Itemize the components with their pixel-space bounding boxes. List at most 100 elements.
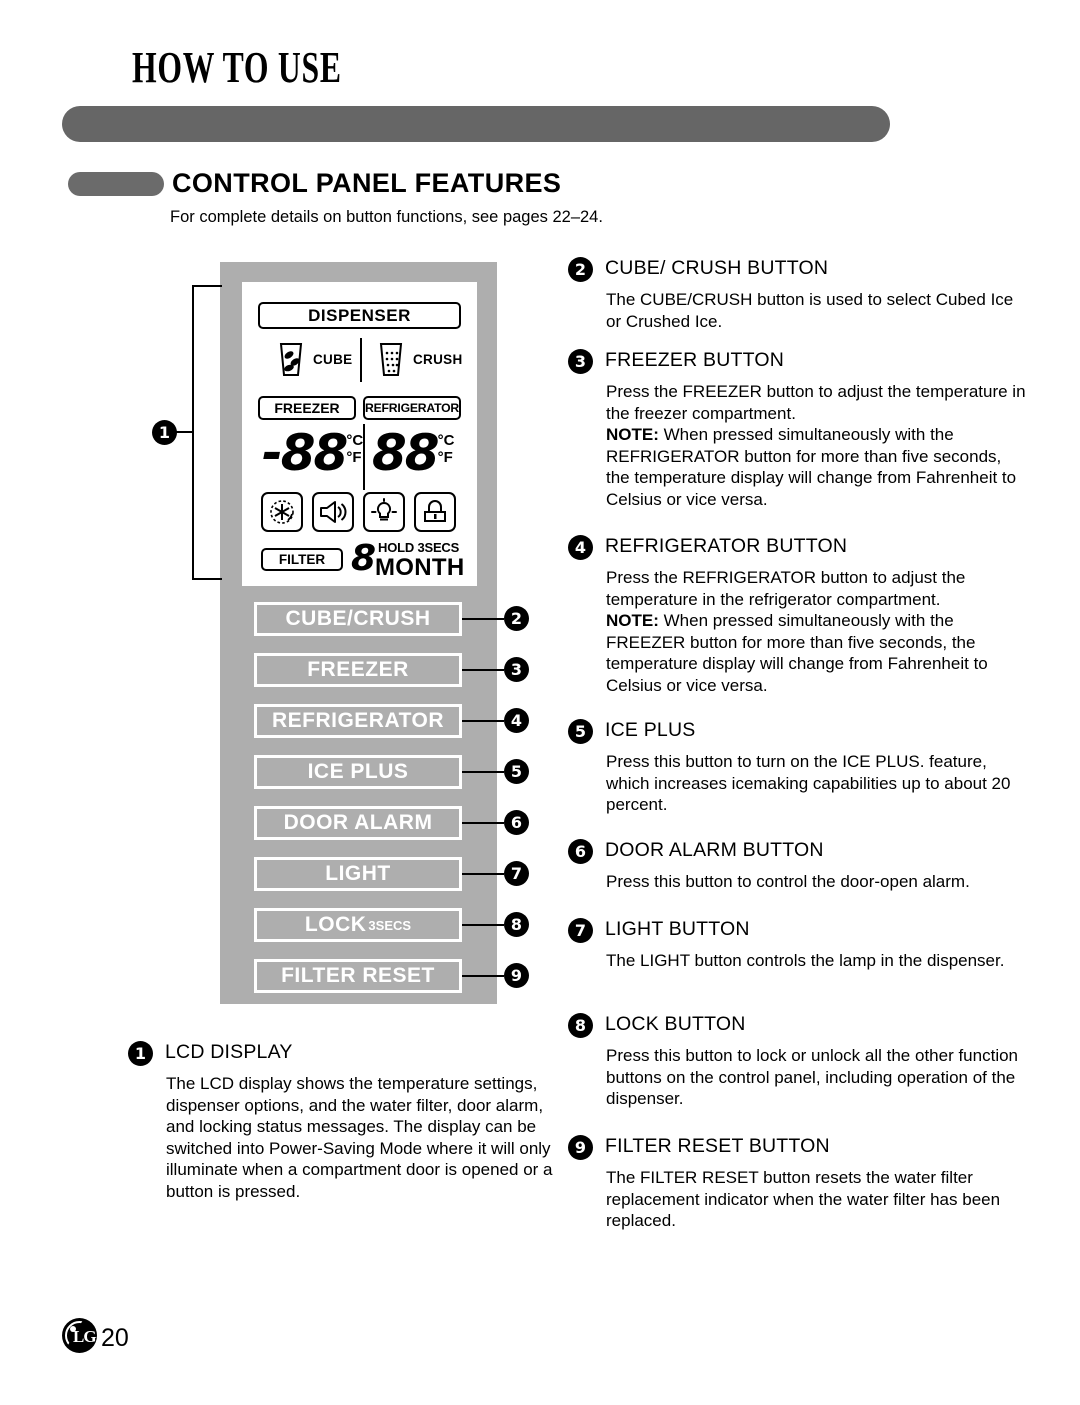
panel-button-label: ICE PLUS xyxy=(307,760,409,783)
note-label: NOTE: xyxy=(606,425,659,444)
callout-9: 9 xyxy=(504,963,529,988)
speaker-icon xyxy=(320,501,347,523)
callout-4: 4 xyxy=(504,708,529,733)
entry-body: Press the FREEZER button to adjust the t… xyxy=(606,381,1026,510)
entry-body-part-2: When pressed simultaneously with the REF… xyxy=(606,425,1017,509)
entry-heading: DOOR ALARM BUTTON xyxy=(605,839,824,861)
panel-button-cube-crush[interactable]: CUBE/CRUSH xyxy=(254,602,462,636)
refrigerator-units: °C °F xyxy=(438,424,455,466)
callout-8: 8 xyxy=(504,912,529,937)
panel-button-label: LOCK xyxy=(304,913,367,936)
lock-icon xyxy=(424,500,446,522)
section-title: CONTROL PANEL FEATURES xyxy=(172,168,562,198)
entry-number: 1 xyxy=(128,1041,153,1066)
entry-body: The FILTER RESET button resets the water… xyxy=(606,1168,1001,1230)
hold-3secs-label: HOLD 3SECS xyxy=(378,540,460,555)
entry-body: Press this button to turn on the ICE PLU… xyxy=(606,752,1011,814)
panel-button-door-alarm[interactable]: DOOR ALARM xyxy=(254,806,462,840)
freezer-unit-c: °C xyxy=(346,432,364,449)
panel-button-label: DOOR ALARM xyxy=(283,811,433,834)
callout-5: 5 xyxy=(504,759,529,784)
entry-body: The LIGHT button controls the lamp in th… xyxy=(606,951,1005,970)
entry-body: Press this button to control the door-op… xyxy=(606,872,970,891)
freezer-units: °C °F xyxy=(346,424,363,466)
entry-number: 6 xyxy=(568,839,593,864)
entry-heading: LIGHT BUTTON xyxy=(605,918,750,940)
dispenser-label: DISPENSER xyxy=(258,302,461,329)
panel-button-light[interactable]: LIGHT xyxy=(254,857,462,891)
callout-2: 2 xyxy=(504,606,529,631)
cube-label: CUBE xyxy=(313,352,353,367)
panel-button-refrigerator[interactable]: REFRIGERATOR xyxy=(254,704,462,738)
ice-type-row: CUBE CRUSH xyxy=(258,338,463,382)
entry-body-part-1: Press the REFRIGERATOR button to adjust … xyxy=(606,568,966,609)
ice-plus-icon-box xyxy=(261,492,303,532)
refrigerator-unit-c: °C xyxy=(437,432,455,449)
panel-button-filter-reset[interactable]: FILTER RESET xyxy=(254,959,462,993)
entry-heading: CUBE/ CRUSH BUTTON xyxy=(605,257,829,279)
entry-number: 5 xyxy=(568,719,593,744)
entry-body-part-1: Press the FREEZER button to adjust the t… xyxy=(606,382,1026,423)
entry-number: 7 xyxy=(568,918,593,943)
entry-body: Press this button to lock or unlock all … xyxy=(606,1046,1019,1108)
callout-7: 7 xyxy=(504,861,529,886)
panel-button-label: LIGHT xyxy=(325,862,391,885)
callout-3: 3 xyxy=(504,657,529,682)
freezer-temperature-readout: -88 °C °F xyxy=(262,424,363,486)
callout-1: 1 xyxy=(152,420,177,445)
month-label: MONTH xyxy=(375,554,465,581)
light-bulb-icon xyxy=(371,498,397,521)
callout-6: 6 xyxy=(504,810,529,835)
refrigerator-temperature-readout: 88 °C °F xyxy=(372,424,454,486)
entry-number: 2 xyxy=(568,257,593,282)
entry-heading: LCD DISPLAY xyxy=(165,1041,293,1063)
entry-heading: FREEZER BUTTON xyxy=(605,349,785,371)
ice-type-divider xyxy=(360,338,362,382)
panel-button-label: FILTER RESET xyxy=(281,964,435,987)
entry-body: The CUBE/CRUSH button is used to select … xyxy=(606,290,1014,331)
entry-body: Press the REFRIGERATOR button to adjust … xyxy=(606,567,1026,696)
panel-button-label: REFRIGERATOR xyxy=(271,709,445,732)
crush-label: CRUSH xyxy=(413,352,463,367)
entry-heading: ICE PLUS xyxy=(605,719,696,741)
lcd-freezer-label: FREEZER xyxy=(258,396,356,420)
note-label: NOTE: xyxy=(606,611,659,630)
lg-logo-letters: LG xyxy=(73,1327,97,1346)
panel-button-label: FREEZER xyxy=(307,658,409,681)
lock-icon-box xyxy=(414,492,456,532)
entry-number: 9 xyxy=(568,1135,593,1160)
refrigerator-digits: 88 xyxy=(372,424,440,482)
lcd-refrigerator-label: REFRIGERATOR xyxy=(363,396,461,420)
entry-body: The LCD display shows the temperature se… xyxy=(166,1074,553,1201)
light-icon-box xyxy=(363,492,405,532)
section-bullet-pill xyxy=(68,172,164,196)
panel-button-ice-plus[interactable]: ICE PLUS xyxy=(254,755,462,789)
entry-number: 3 xyxy=(568,349,593,374)
entry-heading: LOCK BUTTON xyxy=(605,1013,746,1035)
lg-logo: LG xyxy=(62,1318,97,1353)
header-rule xyxy=(62,106,890,142)
entry-body-part-2: When pressed simultaneously with the FRE… xyxy=(606,611,988,695)
freezer-unit-f: °F xyxy=(346,449,362,466)
entry-number: 4 xyxy=(568,535,593,560)
panel-button-freezer[interactable]: FREEZER xyxy=(254,653,462,687)
freezer-digits: -88 xyxy=(262,424,348,482)
section-subtitle: For complete details on button functions… xyxy=(170,208,603,226)
panel-button-lock[interactable]: LOCK 3SECS xyxy=(254,908,462,942)
page-title: HOW TO USE xyxy=(132,43,342,92)
panel-button-label: CUBE/CRUSH xyxy=(285,607,431,630)
cube-ice-glass-icon xyxy=(279,343,303,376)
entry-heading: REFRIGERATOR BUTTON xyxy=(605,535,848,557)
temperature-divider xyxy=(363,424,365,490)
refrigerator-unit-f: °F xyxy=(437,449,453,466)
filter-month-digit: 8 xyxy=(351,538,377,579)
ice-plus-icon xyxy=(270,500,294,524)
lcd-filter-label: FILTER xyxy=(261,548,343,571)
page-number: 20 xyxy=(101,1324,129,1352)
entry-number: 8 xyxy=(568,1013,593,1038)
door-alarm-icon-box xyxy=(312,492,354,532)
crush-ice-glass-icon xyxy=(379,343,403,376)
lock-hold-secs-label: 3SECS xyxy=(368,917,412,933)
lcd-callout-bracket xyxy=(192,285,222,580)
entry-heading: FILTER RESET BUTTON xyxy=(605,1135,830,1157)
